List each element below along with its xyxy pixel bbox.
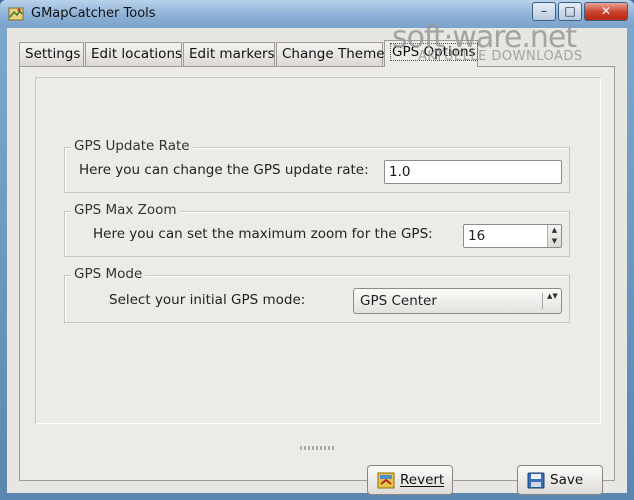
tab-gps-options[interactable]: GPS Options [384, 40, 478, 67]
maximize-button[interactable]: □ [558, 2, 582, 21]
save-button[interactable]: Save [517, 465, 603, 495]
tab-label: Change Theme [282, 46, 385, 62]
tab-edit-locations[interactable]: Edit locations [85, 42, 182, 66]
revert-label: Revert [400, 472, 445, 488]
window-title: GMapCatcher Tools [31, 6, 156, 21]
gps-mode-dropdown[interactable]: GPS Center ▲▼ [353, 288, 562, 314]
revert-button[interactable]: Revert [367, 465, 453, 495]
gps-update-rate-group: GPS Update Rate Here you can change the … [64, 138, 570, 193]
close-button[interactable]: ✕ [584, 2, 628, 21]
gps-mode-label: Select your initial GPS mode: [109, 292, 306, 308]
spin-down-icon[interactable]: ▼ [548, 236, 561, 247]
title-bar[interactable]: GMapCatcher Tools – □ ✕ [0, 0, 634, 28]
revert-icon [377, 472, 395, 489]
tab-label: Edit markers [189, 46, 275, 62]
minimize-icon: – [541, 4, 547, 18]
close-icon: ✕ [600, 4, 612, 18]
gps-max-zoom-group: GPS Max Zoom Here you can set the maximu… [64, 202, 570, 257]
gps-max-zoom-value: 16 [468, 228, 486, 244]
spin-arrows: ▲ ▼ [547, 225, 561, 247]
group-title: GPS Max Zoom [71, 202, 180, 218]
save-label: Save [550, 472, 584, 488]
resize-grip[interactable] [300, 446, 334, 450]
tab-panel-gps-options: GPS Update Rate Here you can change the … [19, 66, 615, 495]
dropdown-separator [542, 293, 543, 309]
tab-settings[interactable]: Settings [19, 42, 84, 66]
tab-label: GPS Options [390, 43, 478, 61]
tab-edit-markers[interactable]: Edit markers [183, 42, 275, 66]
minimize-button[interactable]: – [532, 2, 556, 21]
app-window: GMapCatcher Tools – □ ✕ Settings Edit lo… [0, 0, 634, 500]
updown-arrow-icon: ▲▼ [547, 292, 558, 300]
tab-label: Edit locations [91, 46, 183, 62]
gps-update-rate-label: Here you can change the GPS update rate: [79, 162, 369, 178]
gps-max-zoom-spinbutton[interactable]: 16 ▲ ▼ [463, 224, 562, 248]
spin-up-icon[interactable]: ▲ [548, 225, 561, 236]
window-client-area: Settings Edit locations Edit markers Cha… [7, 28, 627, 495]
tab-label: Settings [25, 46, 81, 62]
group-title: GPS Update Rate [71, 138, 193, 154]
group-title: GPS Mode [71, 266, 146, 282]
maximize-icon: □ [564, 4, 576, 18]
gps-update-rate-input[interactable]: 1.0 [384, 160, 562, 184]
gps-mode-selected: GPS Center [360, 293, 437, 309]
tab-change-theme[interactable]: Change Theme [276, 42, 385, 66]
save-icon [527, 472, 545, 489]
app-icon [8, 7, 24, 21]
gps-mode-group: GPS Mode Select your initial GPS mode: G… [64, 266, 570, 323]
gps-max-zoom-label: Here you can set the maximum zoom for th… [93, 226, 433, 242]
